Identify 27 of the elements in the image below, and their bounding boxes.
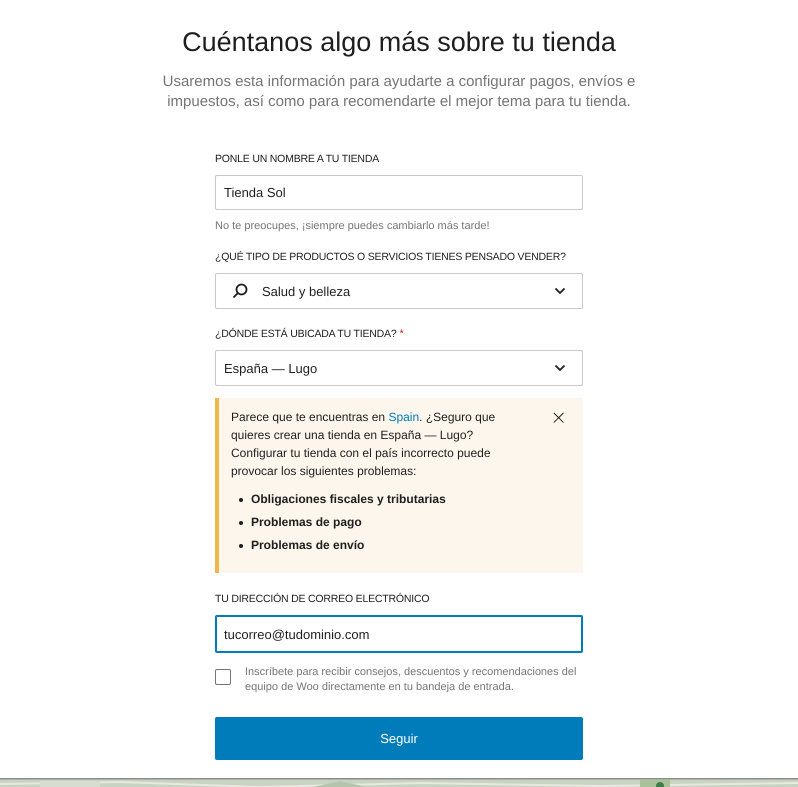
problem-item: Problemas de envío	[251, 537, 364, 554]
help-text: No te preocupes, ¡siempre puedes cambiarlo más tarde!	[215, 219, 491, 233]
email-field[interactable]: tucorreo@tudominio.com	[215, 615, 583, 653]
bullet-icon	[239, 520, 243, 524]
chevron-down-icon	[554, 287, 566, 295]
bullet-icon	[239, 544, 243, 548]
problem-item: Problemas de pago	[251, 514, 362, 531]
field-label: TU DIRECCIÓN DE CORREO ELECTRÓNICO	[215, 592, 430, 606]
field-label: ¿QUÉ TIPO DE PRODUCTOS O SERVICIOS TIENES PENSADO VENDER?	[215, 250, 567, 264]
checkbox[interactable]	[215, 669, 231, 685]
country-link[interactable]: Spain	[388, 410, 420, 424]
search-icon	[232, 283, 248, 299]
store-name-field[interactable]: Tienda Sol	[215, 175, 583, 210]
location-select[interactable]: España — Lugo	[215, 350, 583, 386]
industry-select[interactable]: Salud y belleza	[215, 273, 583, 309]
required-mark: *	[399, 327, 404, 341]
continue-button[interactable]: Seguir	[215, 717, 583, 760]
bullet-icon	[239, 498, 243, 502]
checkbox-label: Inscríbete para recibir consejos, descuentos y recomendaciones del equipo de Woo directamente en tu bandeja de entrada.	[245, 665, 578, 695]
notice-text: Parece que te encuentras en Spain. ¿Seguro que quieres crear una tienda en España — Lugo? Configurar tu tienda con el país incorrecto puede provocar los siguientes problemas:	[231, 409, 496, 480]
close-button[interactable]: ×	[546, 408, 571, 426]
field-label: ¿DÓNDE ESTÁ UBICADA TU TIENDA?	[215, 327, 396, 341]
page-subtitle: Usaremos esta información para ayudarte a configurar pagos, envíos e impuestos, así como para recomendarte el mejor tema para tu tienda.	[162, 72, 636, 112]
field-label: PONLE UN NOMBRE A TU TIENDA	[215, 152, 380, 166]
problem-item: Obligaciones fiscales y tributarias	[251, 491, 446, 508]
chevron-down-icon	[554, 364, 566, 372]
page-title: Cuéntanos algo más sobre tu tienda	[182, 26, 616, 59]
